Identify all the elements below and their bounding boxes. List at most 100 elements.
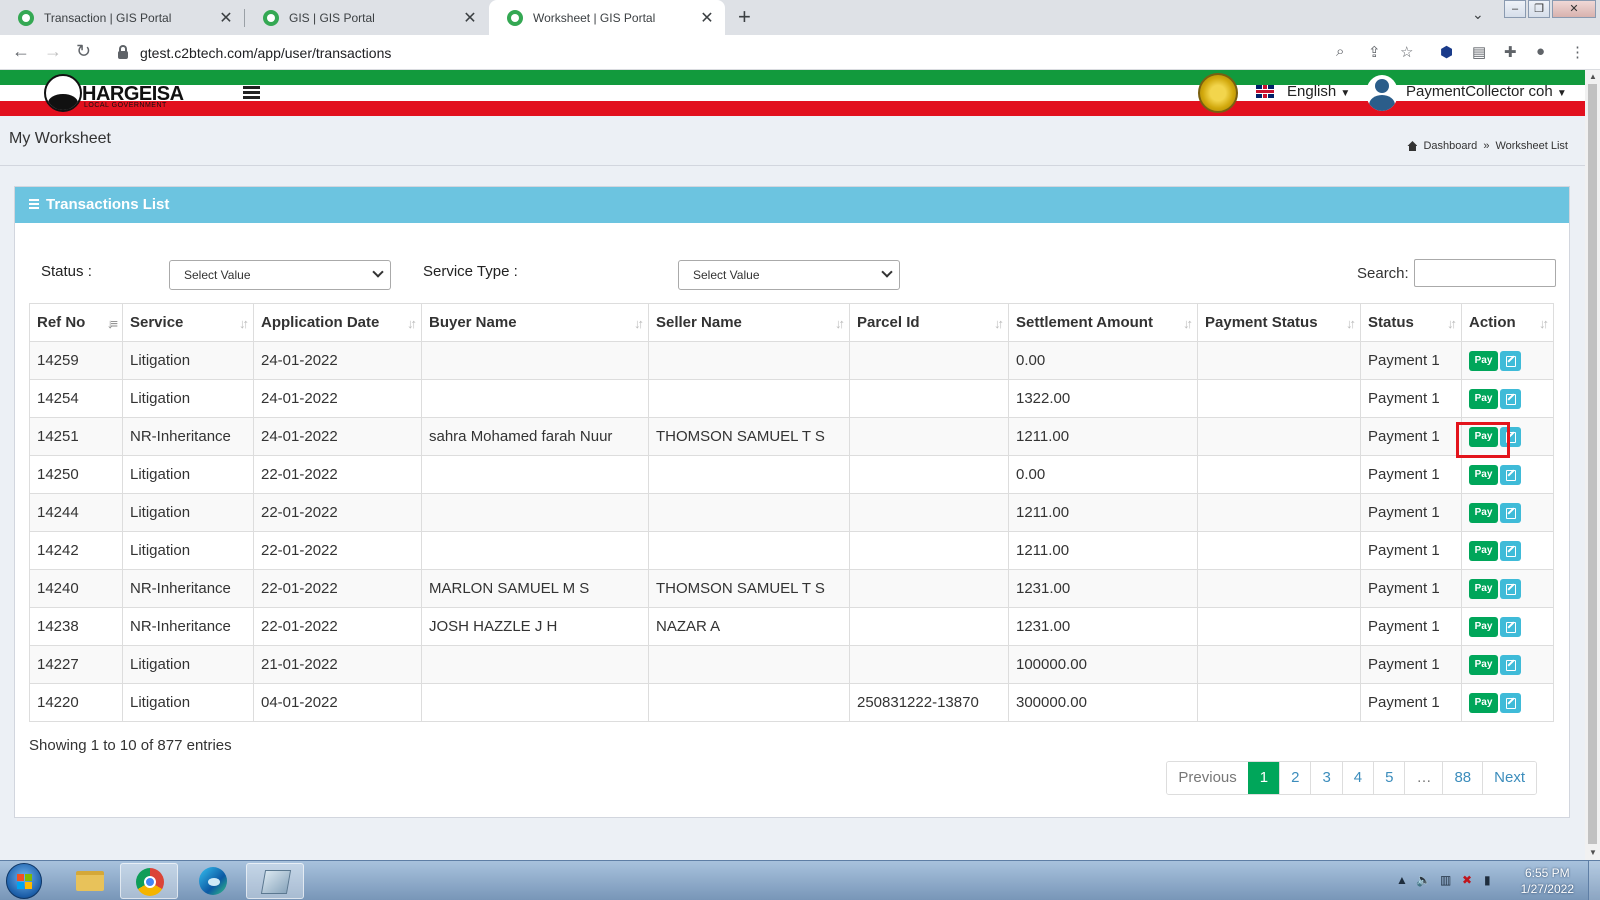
forward-arrow-icon[interactable]: →: [44, 41, 62, 62]
language-dropdown[interactable]: English ▼: [1287, 83, 1350, 100]
page-1[interactable]: 1: [1247, 762, 1280, 794]
cell-settlement-amount: 1211.00: [1008, 417, 1198, 456]
browser-menu-icon[interactable]: ⋮: [1570, 43, 1585, 61]
cell-payment-status: [1197, 493, 1361, 532]
column-header-label: Status: [1368, 314, 1414, 331]
volume-icon[interactable]: 🔈: [1416, 873, 1431, 887]
puzzle-extensions-icon[interactable]: ✚: [1504, 43, 1517, 61]
taskbar-clock[interactable]: 6:55 PM 1/27/2022: [1521, 865, 1574, 897]
taskbar-chrome[interactable]: [120, 863, 178, 899]
edit-icon[interactable]: [1500, 540, 1521, 561]
device-icon[interactable]: ▥: [1440, 873, 1451, 887]
pay-button[interactable]: Pay: [1469, 654, 1498, 675]
minimize-icon[interactable]: –: [1504, 0, 1526, 18]
breadcrumb-dashboard-link[interactable]: Dashboard: [1423, 140, 1477, 152]
scroll-down-arrow-icon[interactable]: ▼: [1589, 848, 1597, 857]
network-warning-icon[interactable]: ✖: [1462, 873, 1472, 887]
column-header-service[interactable]: Service ↓↑: [122, 303, 254, 342]
tray-expand-icon[interactable]: ▲: [1396, 873, 1408, 887]
tab-close-icon[interactable]: ✕: [699, 8, 715, 28]
pay-button[interactable]: Pay: [1469, 692, 1498, 713]
page-next[interactable]: Next: [1482, 762, 1536, 794]
cell-buyer-name: [421, 683, 649, 722]
page-88[interactable]: 88: [1442, 762, 1483, 794]
cell-application-date: 22-01-2022: [253, 569, 422, 608]
pay-button[interactable]: Pay: [1469, 578, 1498, 599]
caret-down-icon: ▼: [1556, 88, 1567, 99]
pay-button[interactable]: Pay: [1469, 540, 1498, 561]
omnibox[interactable]: gtest.c2btech.com/app/user/transactions: [108, 39, 1378, 66]
tab-close-icon[interactable]: ✕: [218, 8, 234, 28]
edit-icon[interactable]: [1500, 692, 1521, 713]
column-header-seller-name[interactable]: Seller Name ↓↑: [648, 303, 850, 342]
tab-search-chevron-icon[interactable]: ⌄: [1472, 6, 1484, 23]
edit-icon[interactable]: [1500, 464, 1521, 485]
scrollbar-thumb[interactable]: [1588, 84, 1597, 844]
cell-seller-name: [648, 341, 850, 380]
new-tab-button[interactable]: +: [738, 4, 751, 30]
edit-icon[interactable]: [1500, 388, 1521, 409]
user-menu-dropdown[interactable]: PaymentCollector coh ▼: [1406, 83, 1567, 100]
tab-label: Worksheet | GIS Portal: [533, 10, 656, 25]
tab-transaction[interactable]: Transaction | GIS Portal ✕: [0, 0, 244, 35]
windows-start-button[interactable]: [6, 863, 42, 899]
taskbar-file-explorer[interactable]: [60, 863, 118, 899]
restore-icon[interactable]: ❐: [1528, 0, 1550, 18]
pay-button[interactable]: Pay: [1469, 464, 1498, 485]
pay-button[interactable]: Pay: [1469, 350, 1498, 371]
column-header-settlement-amount[interactable]: Settlement Amount ↓↑: [1008, 303, 1198, 342]
page-2[interactable]: 2: [1279, 762, 1311, 794]
page-previous[interactable]: Previous: [1167, 762, 1248, 794]
pay-button[interactable]: Pay: [1469, 388, 1498, 409]
pay-button[interactable]: Pay: [1469, 502, 1498, 523]
shield-extension-icon[interactable]: ⬢: [1440, 43, 1453, 61]
tab-close-icon[interactable]: ✕: [462, 8, 478, 28]
cell-settlement-amount: 300000.00: [1008, 683, 1198, 722]
back-arrow-icon[interactable]: ←: [12, 41, 30, 62]
user-avatar[interactable]: [1366, 75, 1398, 111]
tab-gis[interactable]: GIS | GIS Portal ✕: [245, 0, 488, 35]
cell-status: Payment 1: [1360, 493, 1462, 532]
column-header-application-date[interactable]: Application Date ↓↑: [253, 303, 422, 342]
page-4[interactable]: 4: [1341, 762, 1374, 794]
profile-icon[interactable]: ●: [1536, 43, 1545, 60]
clipboard-extension-icon[interactable]: ▤: [1472, 43, 1486, 61]
column-header-buyer-name[interactable]: Buyer Name ↓↑: [421, 303, 649, 342]
edit-icon[interactable]: [1500, 616, 1521, 637]
gis-favicon-icon: [507, 9, 523, 26]
edit-icon[interactable]: [1500, 350, 1521, 371]
edit-icon[interactable]: [1500, 502, 1521, 523]
edit-icon[interactable]: [1500, 578, 1521, 599]
edit-icon[interactable]: [1500, 654, 1521, 675]
reload-icon[interactable]: ↻: [76, 41, 91, 62]
column-header-action[interactable]: Action ↓↑: [1461, 303, 1554, 342]
hamburger-menu-icon[interactable]: [243, 86, 260, 99]
page-5[interactable]: 5: [1373, 762, 1405, 794]
window-close-icon[interactable]: ✕: [1552, 0, 1596, 18]
show-desktop-button[interactable]: [1588, 861, 1600, 900]
column-header-payment-status[interactable]: Payment Status ↓↑: [1197, 303, 1361, 342]
scroll-up-arrow-icon[interactable]: ▲: [1589, 72, 1597, 81]
hargeisa-logo-icon[interactable]: [44, 74, 82, 112]
page-3[interactable]: 3: [1310, 762, 1342, 794]
pay-button[interactable]: Pay: [1469, 426, 1498, 447]
column-header-status[interactable]: Status ↓↑: [1360, 303, 1462, 342]
status-filter-select[interactable]: Select Value: [169, 260, 391, 290]
share-icon[interactable]: ⇪: [1368, 43, 1381, 61]
tab-worksheet[interactable]: Worksheet | GIS Portal ✕: [489, 0, 725, 35]
bookmark-star-icon[interactable]: ☆: [1400, 43, 1413, 61]
uk-flag-icon[interactable]: [1256, 85, 1274, 98]
taskbar-app[interactable]: [246, 863, 304, 899]
cell-service: Litigation: [122, 645, 254, 684]
page-scrollbar[interactable]: ▲ ▼: [1585, 70, 1600, 860]
column-header-ref-no[interactable]: Ref No ↓≡: [29, 303, 123, 342]
search-input[interactable]: [1414, 259, 1556, 287]
edit-icon[interactable]: [1500, 426, 1521, 447]
pay-button[interactable]: Pay: [1469, 616, 1498, 637]
service-type-filter-select[interactable]: Select Value: [678, 260, 900, 290]
taskbar-edge[interactable]: [184, 863, 242, 899]
column-header-parcel-id[interactable]: Parcel Id ↓↑: [849, 303, 1009, 342]
cell-parcel-id: [849, 341, 1009, 380]
zoom-icon[interactable]: ⌕: [1336, 43, 1344, 60]
signal-icon[interactable]: ▮: [1484, 873, 1491, 887]
